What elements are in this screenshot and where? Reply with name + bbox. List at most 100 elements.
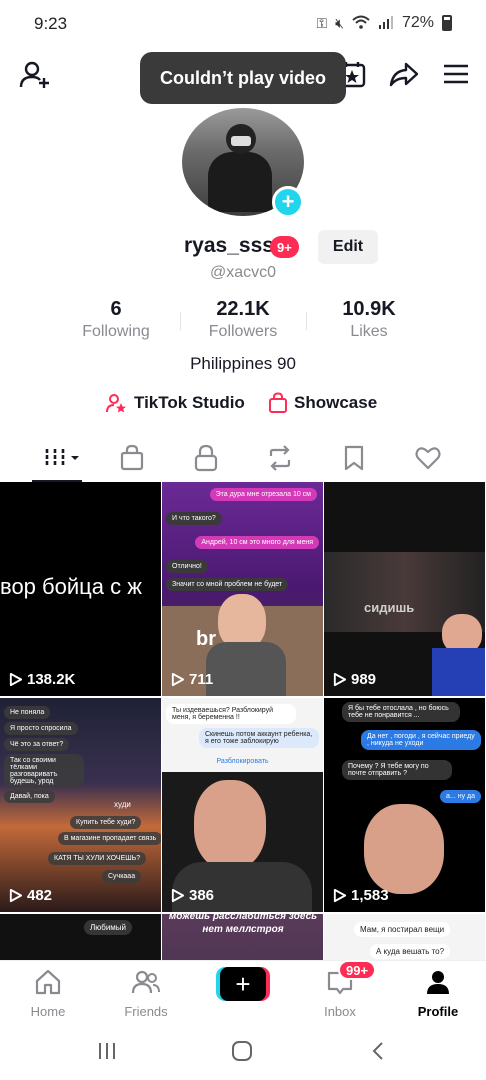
video-caption: худи: [114, 800, 131, 809]
view-count-text: 482: [27, 887, 53, 904]
chat-bubble: Скинешь потом аккаунт ребенка, я его тож…: [199, 728, 319, 748]
stat-divider: [306, 312, 307, 330]
nav-profile[interactable]: Profile: [398, 967, 478, 1019]
error-toast: Couldn’t play video: [140, 52, 346, 104]
inbox-badge: 99+: [338, 960, 377, 980]
stat-followers[interactable]: 22.1K Followers: [183, 298, 303, 341]
stat-label: Likes: [350, 323, 388, 340]
avatar-figure-body: [208, 152, 272, 212]
view-count-text: 1,583: [351, 887, 389, 904]
back-icon[interactable]: [366, 1038, 392, 1064]
shop-bag-icon: [120, 444, 144, 471]
view-count: 482: [8, 887, 52, 904]
nav-home-label: Home: [30, 1004, 66, 1019]
video-tile[interactable]: Не поняла Я просто спросила Чё это за от…: [0, 698, 161, 912]
thumbnail-face: [364, 804, 444, 894]
video-tile[interactable]: вор бойца с ж 138.2K: [0, 482, 161, 696]
stat-label: Following: [82, 323, 150, 340]
profile-stats: 6 Following 22.1K Followers 10.9K Likes: [0, 298, 486, 344]
video-tile[interactable]: можешь расслабиться здесь нет меллстроя: [162, 914, 323, 960]
showcase-label: Showcase: [294, 393, 378, 412]
nav-home[interactable]: Home: [8, 967, 88, 1019]
video-tile[interactable]: Любимый: [0, 914, 161, 960]
stat-likes[interactable]: 10.9K Likes: [309, 298, 429, 341]
video-tile[interactable]: Эта дура мне отрезала 10 см И что такого…: [162, 482, 323, 696]
thumbnail-body: [432, 648, 485, 696]
key-icon: ⚿: [316, 14, 328, 31]
tab-private[interactable]: [190, 442, 222, 474]
tiktok-studio-link[interactable]: TikTok Studio: [106, 392, 245, 414]
name-row: ryas_sss 9+ Edit: [0, 230, 486, 264]
chat-bubble: Да нет , погоди , я сейчас приеду , нику…: [361, 730, 481, 750]
chat-bubble: Давай, пока: [4, 790, 55, 803]
nav-profile-label: Profile: [417, 1004, 459, 1019]
chat-bubble: В магазине пропадает связь: [58, 832, 161, 845]
nav-friends-label: Friends: [124, 1004, 168, 1019]
friends-icon: [131, 970, 160, 994]
play-icon: [333, 672, 347, 687]
bottom-nav: Home Friends + Inbox Profile: [0, 960, 486, 1020]
nav-friends[interactable]: Friends: [106, 967, 186, 1019]
user-handle-text: @xacvc0: [209, 264, 277, 281]
avatar-figure-mask: [231, 136, 251, 146]
thumbnail-face: [194, 780, 266, 870]
tab-liked[interactable]: [412, 442, 444, 474]
play-icon: [171, 672, 185, 687]
heart-icon: [415, 447, 441, 470]
video-tile[interactable]: сидишь 989: [324, 482, 485, 696]
video-grid: вор бойца с ж 138.2K Эта дура мне отреза…: [0, 482, 486, 960]
chat-bubble: Чё это за ответ?: [4, 738, 70, 751]
chat-bubble: Сучкааа: [102, 870, 142, 883]
share-icon[interactable]: [388, 58, 420, 90]
tab-favorites[interactable]: [338, 442, 370, 474]
stat-label: Followers: [208, 323, 278, 340]
view-count-text: 711: [189, 671, 214, 688]
mute-icon: 🔇︎: [335, 14, 344, 31]
unblock-link: Разблокировать: [216, 758, 269, 765]
tab-videos[interactable]: [42, 442, 82, 474]
profile-bio: Philippines 90: [190, 354, 296, 373]
create-video-button[interactable]: +: [216, 967, 270, 1001]
video-caption: br: [196, 628, 216, 650]
play-icon: [171, 888, 185, 903]
wifi-icon: [352, 15, 370, 32]
video-tile[interactable]: Ты издеваешься? Разблокируй меня, я бере…: [162, 698, 323, 912]
system-nav-bar: [0, 1020, 486, 1080]
view-count: 138.2K: [8, 671, 75, 688]
chat-bubble: Ты издеваешься? Разблокируй меня, я бере…: [166, 704, 296, 724]
status-icons: ⚿ 🔇︎ 72%: [316, 14, 452, 32]
chat-bubble: Купить тебе худи?: [70, 816, 142, 829]
username-badge[interactable]: 9+: [270, 236, 299, 258]
video-caption: сидишь: [364, 600, 415, 615]
tab-shop[interactable]: [116, 442, 148, 474]
battery-percent: 72%: [401, 14, 434, 31]
studio-person-star-icon: [106, 394, 126, 413]
chat-bubble: Я просто спросила: [4, 722, 78, 735]
recent-apps-icon[interactable]: [94, 1038, 120, 1064]
bookmark-icon: [344, 445, 364, 471]
profile-links: TikTok Studio Showcase: [0, 392, 486, 418]
video-tile[interactable]: Я бы тебе отослала , но боюсь тебе не по…: [324, 698, 485, 912]
stat-following[interactable]: 6 Following: [56, 298, 176, 341]
lock-icon: [194, 444, 218, 472]
menu-icon[interactable]: [440, 58, 472, 90]
chat-bubble: А куда вешать то?: [370, 944, 451, 959]
home-button-icon[interactable]: [229, 1038, 255, 1064]
showcase-link[interactable]: Showcase: [268, 392, 377, 414]
add-friend-icon[interactable]: [18, 58, 52, 92]
view-count-text: 989: [351, 671, 377, 688]
video-caption: можешь расслабиться здесь нет меллстроя: [168, 914, 318, 935]
view-count-text: 138.2K: [27, 671, 76, 688]
edit-profile-button[interactable]: Edit: [318, 230, 378, 264]
tiktok-studio-label: TikTok Studio: [134, 393, 245, 412]
chat-bubble: Значит со мной проблем не будет: [166, 578, 289, 591]
play-icon: [333, 888, 347, 903]
chat-bubble: Любимый: [84, 920, 133, 935]
chat-bubble: Мам, я постирал вещи: [354, 922, 451, 937]
chat-bubble: Почему ? Я тебе могу по почте отправить …: [342, 760, 452, 780]
chat-bubble: Так со своими тёлками разговариватъ буде…: [4, 754, 84, 788]
tab-reposts[interactable]: [264, 442, 296, 474]
add-avatar-plus-icon[interactable]: +: [272, 186, 304, 218]
video-caption: вор бойца с ж: [0, 574, 142, 599]
video-tile[interactable]: Мам, я постирал вещи А куда вешать то?: [324, 914, 485, 960]
